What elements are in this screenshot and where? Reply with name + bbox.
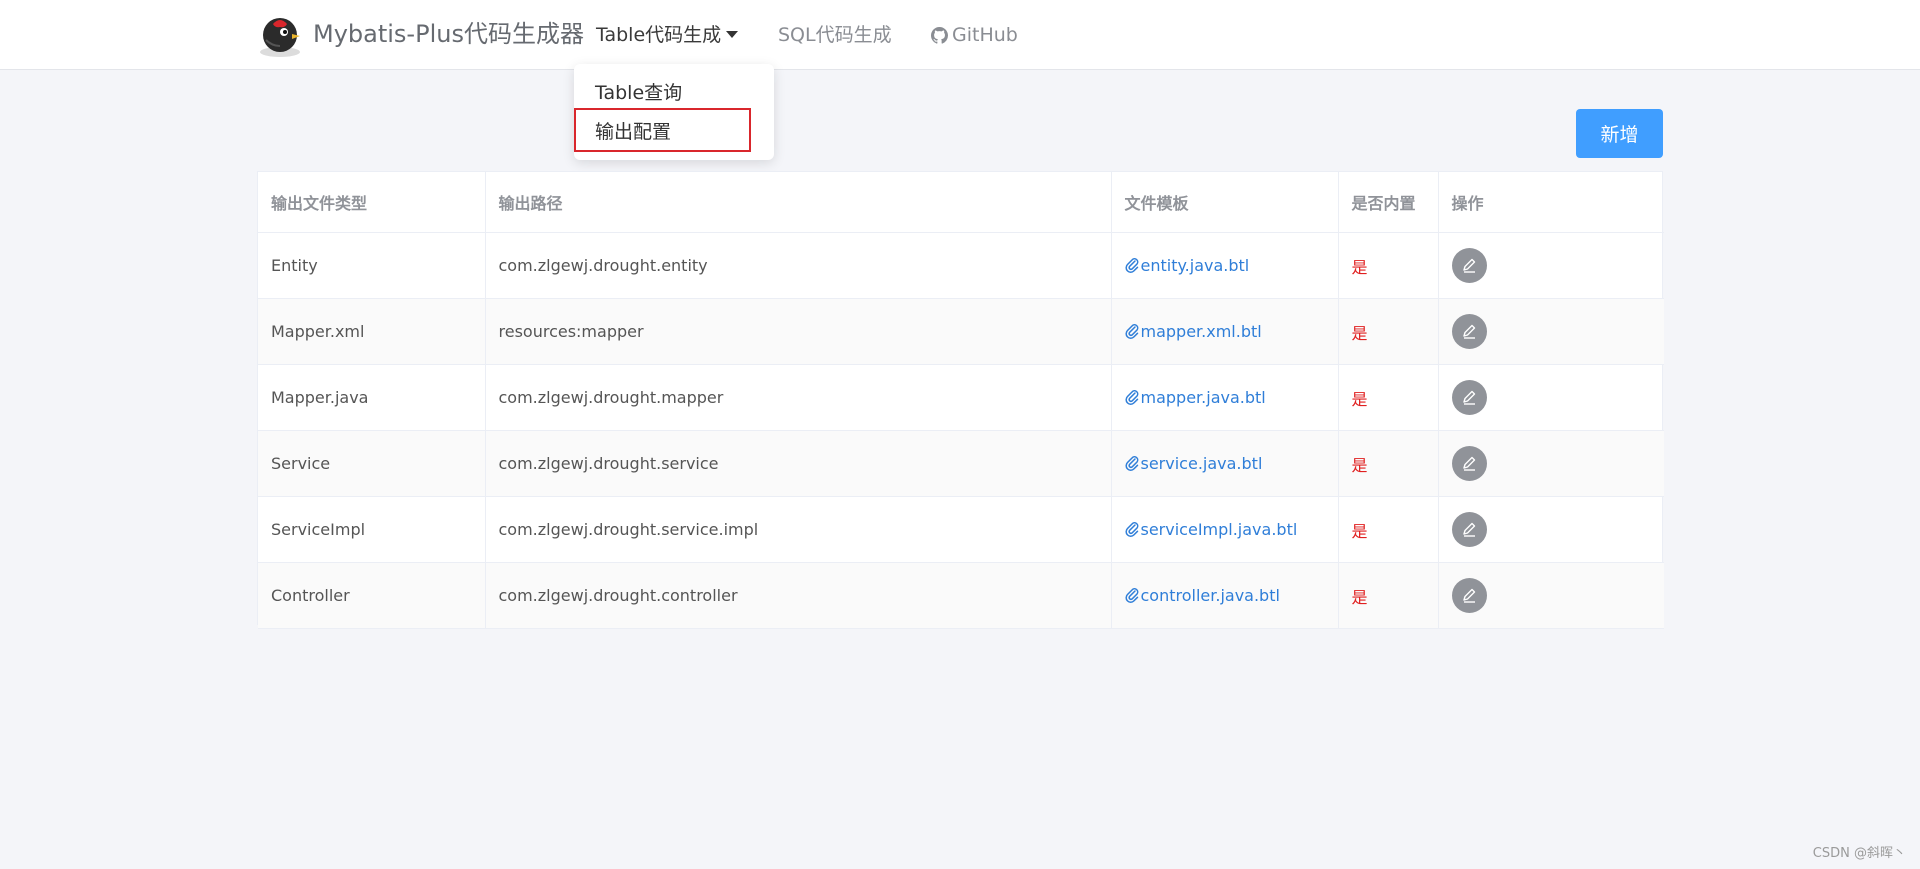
cell-file-type: Mapper.java [258,364,486,431]
cell-output-path: com.zlgewj.drought.mapper [485,364,1112,431]
cell-file-type: Service [258,430,486,497]
template-link[interactable]: mapper.java.btl [1124,388,1266,407]
cell-template: entity.java.btl [1111,232,1339,299]
brand-title[interactable]: Mybatis-Plus代码生成器 [313,18,584,50]
nav-github[interactable]: GitHub [931,21,1018,49]
template-link-label: service.java.btl [1140,454,1263,473]
cell-output-path: com.zlgewj.drought.service.impl [485,496,1112,563]
template-link[interactable]: mapper.xml.btl [1124,322,1262,341]
header-actions: 操作 [1438,172,1664,233]
cell-output-path: com.zlgewj.drought.controller [485,562,1112,629]
edit-button[interactable] [1451,380,1487,415]
edit-button[interactable] [1451,248,1487,283]
header-builtin: 是否内置 [1338,172,1439,233]
edit-icon [1462,324,1475,339]
template-link-label: serviceImpl.java.btl [1140,520,1298,539]
cell-builtin: 是 [1338,562,1439,629]
paperclip-icon [1124,456,1138,471]
cell-file-type: ServiceImpl [258,496,486,563]
template-link[interactable]: service.java.btl [1124,454,1263,473]
template-link-label: controller.java.btl [1140,586,1280,605]
edit-icon [1462,258,1475,273]
edit-button[interactable] [1451,314,1487,349]
cell-file-type: Controller [258,562,486,629]
cell-builtin: 是 [1338,496,1439,563]
cell-template: mapper.java.btl [1111,364,1339,431]
builtin-flag: 是 [1351,587,1368,607]
cell-builtin: 是 [1338,364,1439,431]
edit-icon [1462,390,1475,405]
github-icon [931,27,948,44]
cell-actions [1438,298,1664,365]
logo-icon [260,18,300,57]
table-row: Mapper.xml resources:mapper mapper.xml.btl… [258,298,1664,365]
nav-sql-codegen[interactable]: SQL代码生成 [778,21,892,49]
dropdown-item-output-config[interactable]: 输出配置 [595,118,671,146]
cell-builtin: 是 [1338,232,1439,299]
cell-template: controller.java.btl [1111,562,1339,629]
cell-actions [1438,496,1664,563]
table-row: Entity com.zlgewj.drought.entity entity.ja… [258,232,1664,299]
cell-actions [1438,430,1664,497]
cell-actions [1438,562,1664,629]
watermark: CSDN @斜晖丶 [1812,846,1906,861]
template-link-label: mapper.xml.btl [1140,322,1262,341]
builtin-flag: 是 [1351,389,1368,409]
caret-down-icon [726,31,739,38]
table-row: Controller com.zlgewj.drought.controller c… [258,562,1664,629]
header-template: 文件模板 [1111,172,1339,233]
nav-table-codegen[interactable]: Table代码生成 [596,21,739,49]
table-row: Service com.zlgewj.drought.service service… [258,430,1664,497]
template-link-label: entity.java.btl [1140,256,1250,275]
cell-file-type: Entity [258,232,486,299]
cell-output-path: com.zlgewj.drought.entity [485,232,1112,299]
builtin-flag: 是 [1351,455,1368,475]
edit-icon [1462,522,1475,537]
template-link-label: mapper.java.btl [1140,388,1266,407]
paperclip-icon [1124,522,1138,537]
cell-output-path: resources:mapper [485,298,1112,365]
edit-icon [1462,456,1475,471]
cell-actions [1438,364,1664,431]
paperclip-icon [1124,324,1138,339]
nav-table-label: Table代码生成 [596,24,722,46]
table-codegen-dropdown: Table查询 输出配置 [574,64,774,160]
edit-button[interactable] [1451,512,1487,547]
cell-builtin: 是 [1338,298,1439,365]
add-button[interactable]: 新增 [1576,109,1663,158]
paperclip-icon [1124,588,1138,603]
cell-template: serviceImpl.java.btl [1111,496,1339,563]
template-link[interactable]: entity.java.btl [1124,256,1250,275]
table-row: Mapper.java com.zlgewj.drought.mapper mapp… [258,364,1664,431]
builtin-flag: 是 [1351,257,1368,277]
paperclip-icon [1124,390,1138,405]
cell-output-path: com.zlgewj.drought.service [485,430,1112,497]
dropdown-item-table-query[interactable]: Table查询 [595,79,682,107]
template-link[interactable]: controller.java.btl [1124,586,1280,605]
edit-icon [1462,588,1475,603]
edit-button[interactable] [1451,578,1487,613]
builtin-flag: 是 [1351,323,1368,343]
cell-builtin: 是 [1338,430,1439,497]
builtin-flag: 是 [1351,521,1368,541]
output-config-table: 输出文件类型 输出路径 文件模板 是否内置 操作 Entity com.zlgew… [257,171,1664,629]
top-navbar: Mybatis-Plus代码生成器 Table代码生成 SQL代码生成 GitH… [0,0,1920,70]
table-header-row: 输出文件类型 输出路径 文件模板 是否内置 操作 [258,172,1664,233]
table-row: ServiceImpl com.zlgewj.drought.service.im… [258,496,1664,563]
paperclip-icon [1124,258,1138,273]
cell-template: mapper.xml.btl [1111,298,1339,365]
header-output-path: 输出路径 [485,172,1112,233]
cell-template: service.java.btl [1111,430,1339,497]
template-link[interactable]: serviceImpl.java.btl [1124,520,1298,539]
cell-file-type: Mapper.xml [258,298,486,365]
header-file-type: 输出文件类型 [258,172,486,233]
nav-github-label: GitHub [952,24,1018,46]
edit-button[interactable] [1451,446,1487,481]
cell-actions [1438,232,1664,299]
